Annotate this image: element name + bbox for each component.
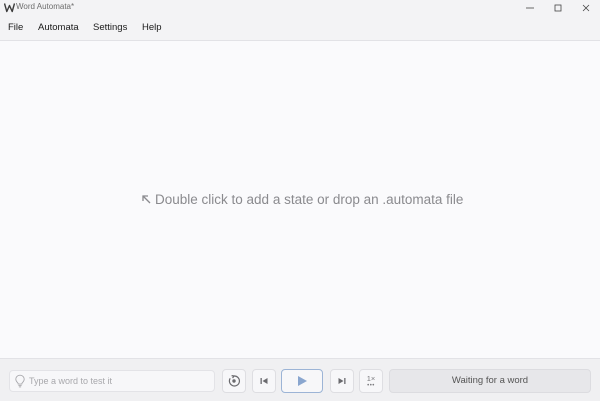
hint-text: Double click to add a state or drop an .… xyxy=(155,192,464,207)
bottom-toolbar: 1× ••• Waiting for a word xyxy=(0,358,600,401)
play-icon xyxy=(298,376,307,386)
status-display: Waiting for a word xyxy=(389,369,591,393)
menu-bar: File Automata Settings Help xyxy=(0,15,600,41)
menu-settings[interactable]: Settings xyxy=(93,15,127,40)
skip-back-icon xyxy=(260,378,268,384)
maximize-icon xyxy=(554,4,562,11)
minimize-icon xyxy=(526,7,534,8)
reset-icon xyxy=(228,375,240,387)
menu-automata[interactable]: Automata xyxy=(38,15,79,40)
window-title: Word Automata* xyxy=(16,2,75,11)
close-icon xyxy=(582,4,590,11)
step-back-button[interactable] xyxy=(252,369,276,393)
automata-logo-icon xyxy=(4,3,15,13)
word-input-container xyxy=(9,370,215,392)
skip-forward-icon xyxy=(338,378,346,384)
automata-canvas[interactable]: Double click to add a state or drop an .… xyxy=(0,41,600,358)
play-button[interactable] xyxy=(281,369,323,393)
reset-button[interactable] xyxy=(222,369,246,393)
step-forward-button[interactable] xyxy=(330,369,354,393)
empty-canvas-hint: Double click to add a state or drop an .… xyxy=(140,191,480,209)
maximize-button[interactable] xyxy=(544,0,572,15)
close-button[interactable] xyxy=(572,0,600,15)
lightbulb-icon xyxy=(15,374,25,388)
menu-help[interactable]: Help xyxy=(142,15,162,40)
speed-dots-icon: ••• xyxy=(367,383,375,389)
minimize-button[interactable] xyxy=(516,0,544,15)
menu-file[interactable]: File xyxy=(8,15,23,40)
arrow-up-left-icon xyxy=(142,195,151,204)
word-input[interactable] xyxy=(29,371,209,391)
speed-label: 1× xyxy=(366,374,376,383)
title-bar: Word Automata* xyxy=(0,0,600,15)
speed-button[interactable]: 1× ••• xyxy=(359,369,383,393)
